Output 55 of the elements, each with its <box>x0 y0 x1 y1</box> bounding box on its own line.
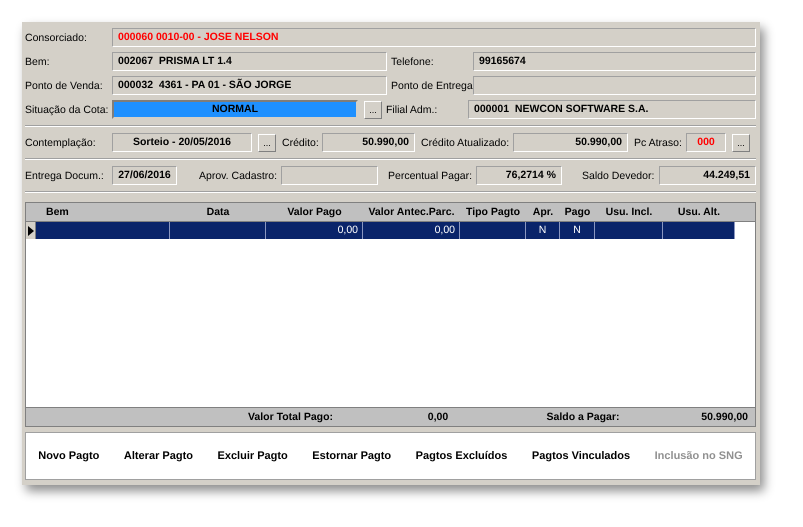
text-field[interactable]: 27/06/2016 <box>112 166 177 185</box>
lookup-button[interactable]: ... <box>258 134 276 152</box>
text-field[interactable]: 50.990,00 <box>513 133 628 152</box>
text-field[interactable]: Sorteio - 20/05/2016 <box>112 133 252 152</box>
text-field[interactable]: 000001 NEWCON SOFTWARE S.A. <box>468 100 756 119</box>
action-button[interactable]: Alterar Pagto <box>118 446 199 466</box>
total-label: Saldo a Pagar: <box>546 410 620 425</box>
text-field[interactable]: 99165674 <box>473 52 756 71</box>
field-label: Crédito: <box>282 136 320 148</box>
action-button[interactable]: Excluir Pagto <box>211 446 294 466</box>
field-label: Pc Atraso: <box>634 136 683 148</box>
text-field[interactable]: 50.990,00 <box>322 133 415 152</box>
text-field[interactable] <box>281 166 378 185</box>
field-label: Telefone: <box>391 56 435 68</box>
text-field[interactable]: 002067 PRISMA LT 1.4 <box>112 52 387 71</box>
column-header[interactable]: Apr. <box>526 203 560 221</box>
text-field[interactable] <box>473 76 756 95</box>
action-button[interactable]: Pagtos Vinculados <box>526 446 636 466</box>
text-field[interactable]: 44.249,51 <box>659 166 756 185</box>
column-header[interactable]: Valor Antec.Parc. <box>363 203 460 221</box>
total-value: 50.990,00 <box>700 410 748 425</box>
column-header[interactable]: Pago <box>560 203 595 221</box>
total-value: 0,00 <box>426 410 450 425</box>
field-label: Percentual Pagar: <box>388 170 474 182</box>
column-header[interactable]: Usu. Incl. <box>595 203 663 221</box>
lookup-button[interactable]: ... <box>364 100 382 118</box>
table-row[interactable]: 0,00 0,00 N N <box>26 222 735 239</box>
text-field[interactable]: 000032 4361 - PA 01 - SÃO JORGE <box>112 76 387 95</box>
field-label: Entrega Docum.: <box>25 170 105 182</box>
lookup-button[interactable]: ... <box>732 134 750 152</box>
field-label: Ponto de Venda: <box>25 80 104 92</box>
field-label: Crédito Atualizado: <box>421 136 510 148</box>
field-label: Filial Adm.: <box>386 104 438 116</box>
field-label: Consorciado: <box>25 32 88 44</box>
action-button[interactable]: Estornar Pagto <box>306 446 398 466</box>
field-label: Situação da Cota: <box>25 104 110 116</box>
action-button[interactable]: Novo Pagto <box>32 446 106 466</box>
total-label: Valor Total Pago: <box>248 410 334 425</box>
column-header[interactable]: Bem <box>36 203 170 221</box>
status-field[interactable]: NORMAL <box>112 100 358 119</box>
table-cell: N <box>526 222 560 239</box>
field-label: Aprov. Cadastro: <box>199 170 278 182</box>
column-header[interactable]: Valor Pago <box>266 203 363 221</box>
column-header[interactable]: Data <box>170 203 266 221</box>
field-label: Saldo Devedor: <box>582 170 656 182</box>
text-field[interactable]: 76,2714 % <box>476 166 562 185</box>
field-label: Contemplação: <box>25 136 97 148</box>
field-label: Ponto de Entrega: <box>391 80 471 92</box>
table-cell: 0,00 <box>266 222 363 239</box>
column-header[interactable]: Usu. Alt. <box>663 203 735 221</box>
field-label: Bem: <box>25 56 51 68</box>
action-button[interactable]: Pagtos Excluídos <box>410 446 514 466</box>
table-cell: N <box>560 222 595 239</box>
column-header[interactable]: Tipo Pagto <box>460 203 526 221</box>
table-cell: 0,00 <box>363 222 460 239</box>
